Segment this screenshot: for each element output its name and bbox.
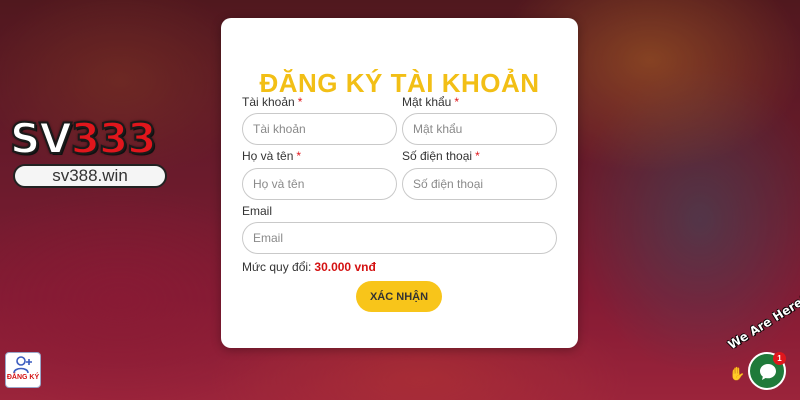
phone-label-text: Số điện thoại — [402, 149, 473, 163]
phone-label: Số điện thoại * — [402, 149, 480, 163]
logo-text-sv: SV — [9, 114, 73, 163]
fullname-input[interactable] — [242, 168, 397, 200]
brand-logo[interactable]: SV333 sv388.win — [9, 114, 174, 188]
required-mark: * — [454, 95, 460, 109]
exchange-rate: Mức quy đổi: 30.000 vnđ — [242, 260, 376, 274]
register-button[interactable]: ĐĂNG KÝ — [5, 352, 41, 388]
password-input[interactable] — [402, 113, 557, 145]
email-input[interactable] — [242, 222, 557, 254]
exchange-rate-label: Mức quy đổi: — [242, 260, 312, 274]
fullname-label-text: Họ và tên — [242, 149, 294, 163]
logo-text-333: 333 — [70, 114, 158, 163]
submit-button[interactable]: XÁC NHẬN — [356, 281, 442, 312]
required-mark: * — [297, 95, 303, 109]
username-label-text: Tài khoản — [242, 95, 295, 109]
chat-bubble-icon — [760, 364, 776, 380]
username-label: Tài khoản * — [242, 95, 302, 109]
phone-input[interactable] — [402, 168, 557, 200]
email-label: Email — [242, 204, 272, 218]
logo-domain: sv388.win — [13, 164, 167, 188]
logo-wordmark: SV333 — [9, 114, 174, 163]
chat-notification-badge: 1 — [773, 352, 786, 365]
required-mark: * — [475, 149, 480, 163]
password-label-text: Mật khẩu — [402, 95, 452, 109]
add-user-icon — [13, 356, 32, 374]
fullname-label: Họ và tên * — [242, 149, 301, 163]
registration-form: ĐĂNG KÝ TÀI KHOẢN Tài khoản* Mật khẩu* H… — [221, 18, 578, 348]
exchange-rate-value: 30.000 vnđ — [314, 260, 376, 274]
password-label: Mật khẩu * — [402, 95, 459, 109]
required-mark: * — [296, 149, 302, 163]
waving-hand-icon: ✋ — [729, 366, 746, 381]
username-input[interactable] — [242, 113, 397, 145]
register-button-label: ĐĂNG KÝ — [6, 374, 40, 381]
email-label-text: Email — [242, 204, 273, 218]
